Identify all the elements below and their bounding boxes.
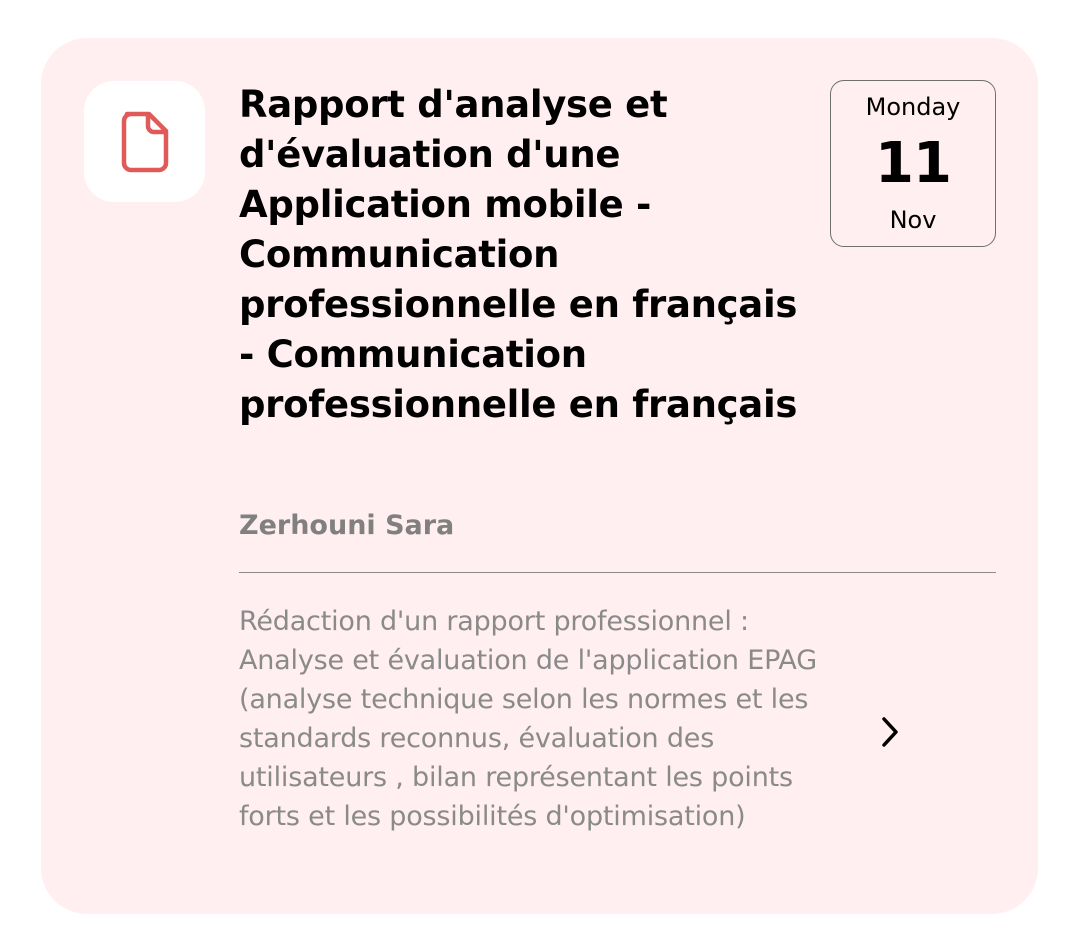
date-weekday: Monday — [865, 93, 961, 121]
document-icon — [119, 111, 171, 173]
chevron-right-icon[interactable] — [876, 712, 904, 752]
report-description: Rédaction d'un rapport professionnel : A… — [239, 606, 817, 832]
report-title: Rapport d'analyse et d'évaluation d'une … — [239, 83, 798, 426]
divider — [239, 572, 996, 573]
report-card[interactable]: Rapport d'analyse et d'évaluation d'une … — [41, 38, 1038, 914]
date-badge: Monday 11 Nov — [830, 80, 996, 247]
author-name: Zerhouni Sara — [239, 510, 455, 541]
date-day: 11 — [875, 131, 952, 196]
document-icon-tile — [84, 81, 205, 202]
date-month: Nov — [889, 206, 937, 234]
